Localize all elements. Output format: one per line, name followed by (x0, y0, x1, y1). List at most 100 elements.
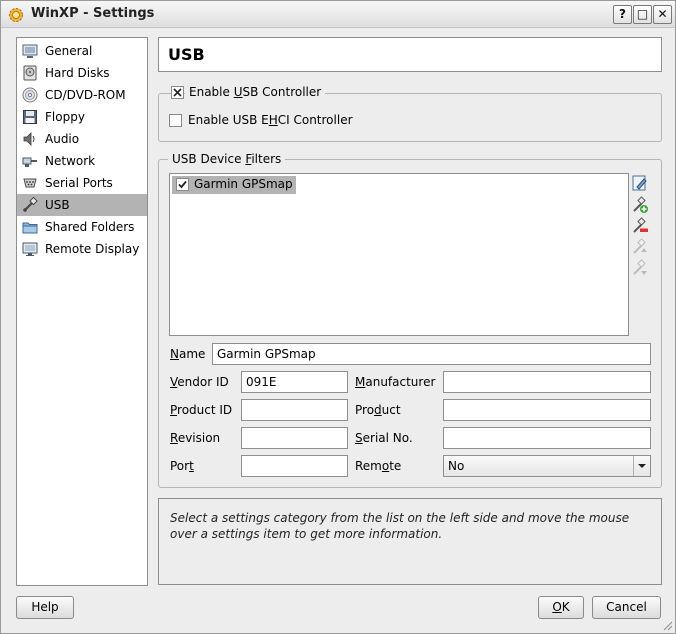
move-up-icon[interactable] (631, 238, 649, 256)
window-title: WinXP - Settings (31, 6, 155, 21)
mnemonic: M (355, 375, 366, 389)
sidebar-item-floppy[interactable]: Floppy (17, 106, 147, 128)
sidebar-item-label: Floppy (45, 110, 85, 124)
usb-filter-list[interactable]: Garmin GPSmap (169, 173, 629, 336)
sidebar-item-hard-disks[interactable]: Hard Disks (17, 62, 147, 84)
network-icon (22, 157, 37, 167)
audio-icon (23, 132, 35, 146)
mnemonic: H (268, 113, 278, 127)
remote-select[interactable]: No (443, 455, 651, 477)
label-part: Por (170, 459, 190, 473)
label-part: USB Device (172, 152, 246, 166)
edit-filter-icon[interactable] (631, 174, 649, 192)
label-part: Enable USB E (188, 113, 269, 127)
sidebar-item-label: Shared Folders (45, 220, 135, 234)
label-part: erial No. (362, 431, 413, 445)
floppy-icon (23, 110, 37, 124)
sidebar-item-label: Hard Disks (45, 66, 110, 80)
label-part: te (389, 459, 402, 473)
help-title-button[interactable]: ? (613, 5, 632, 24)
filter-enabled-checkbox[interactable] (176, 178, 189, 191)
sidebar-item-label: USB (45, 198, 70, 212)
settings-window: WinXP - Settings ? □ ✕ General Hard Disk… (0, 0, 676, 634)
maximize-button[interactable]: □ (633, 5, 652, 24)
product-id-label: Product ID (170, 403, 232, 417)
sidebar-item-label: General (45, 44, 93, 58)
sidebar-item-remote-display[interactable]: Remote Display (17, 238, 147, 260)
settings-category-list[interactable]: General Hard Disks CD/DVD-ROM Floppy Aud… (16, 37, 148, 586)
mnemonic: U (233, 85, 243, 99)
sidebar-item-cd-dvd-rom[interactable]: CD/DVD-ROM (17, 84, 147, 106)
mnemonic: d (374, 403, 382, 417)
label-part: ame (178, 347, 206, 361)
mnemonic: R (170, 431, 178, 445)
mnemonic: t (189, 459, 194, 473)
info-panel: Select a settings category from the list… (158, 498, 662, 585)
ok-button[interactable]: OK (538, 596, 584, 619)
sidebar-item-serial-ports[interactable]: Serial Ports (17, 172, 147, 194)
label-part: Pro (355, 403, 375, 417)
sidebar-item-label: Audio (45, 132, 80, 146)
move-down-icon[interactable] (631, 259, 649, 277)
remote-selected-value: No (448, 459, 465, 473)
enable-usb-label[interactable]: Enable USB Controller (185, 85, 326, 99)
vendor-id-label: Vendor ID (170, 375, 229, 389)
serial-no-field[interactable] (443, 427, 651, 449)
usb-icon (23, 197, 38, 212)
label-part: endor ID (177, 375, 229, 389)
chevron-down-icon[interactable] (633, 456, 650, 476)
manufacturer-label: Manufacturer (355, 375, 435, 389)
sidebar-item-label: CD/DVD-ROM (45, 88, 126, 102)
manufacturer-field[interactable] (443, 371, 651, 393)
checkmark-x-icon (173, 88, 182, 97)
cancel-button[interactable]: Cancel (592, 596, 661, 619)
remote-display-icon (22, 242, 38, 256)
label-part: Enable (189, 85, 234, 99)
label-part: anufacturer (365, 375, 436, 389)
sidebar-item-label: Serial Ports (45, 176, 113, 190)
cd-dvd-icon (22, 87, 38, 103)
sidebar-item-label: Remote Display (45, 242, 140, 256)
enable-ehci-checkbox[interactable] (169, 114, 182, 127)
port-label: Port (170, 459, 194, 473)
sidebar-item-label: Network (45, 154, 96, 168)
enable-ehci-label[interactable]: Enable USB EHCI Controller (188, 113, 353, 127)
help-button[interactable]: Help (16, 596, 74, 619)
close-button[interactable]: ✕ (653, 5, 672, 24)
resize-grip-icon[interactable] (661, 619, 673, 631)
revision-label: Revision (170, 431, 220, 445)
product-field[interactable] (443, 399, 651, 421)
remove-filter-icon[interactable] (631, 217, 649, 235)
label-part: ilters (251, 152, 282, 166)
vendor-id-field[interactable]: 091E (241, 371, 348, 393)
label-part: evision (177, 431, 221, 445)
usb-device-filters-legend: USB Device Filters (168, 152, 286, 166)
sidebar-item-shared-folders[interactable]: Shared Folders (17, 216, 147, 238)
revision-field[interactable] (241, 427, 348, 449)
name-label: Name (170, 347, 205, 361)
info-text: Select a settings category from the list… (170, 511, 630, 541)
page-title: USB (168, 45, 205, 64)
sidebar-item-audio[interactable]: Audio (17, 128, 147, 150)
serial-port-icon (23, 178, 37, 188)
label-part: SB Controller (242, 85, 322, 99)
product-id-field[interactable] (241, 399, 348, 421)
label-part: roduct ID (177, 403, 233, 417)
name-field[interactable]: Garmin GPSmap (212, 343, 651, 365)
mnemonic: O (552, 600, 562, 614)
filter-name: Garmin GPSmap (194, 177, 293, 191)
title-bar[interactable]: WinXP - Settings ? □ ✕ (1, 1, 675, 28)
label-part: Rem (355, 459, 382, 473)
port-field[interactable] (241, 455, 348, 477)
sidebar-item-general[interactable]: General (17, 40, 147, 62)
add-filter-icon[interactable] (631, 196, 649, 214)
list-item[interactable]: Garmin GPSmap (172, 176, 296, 194)
sidebar-item-network[interactable]: Network (17, 150, 147, 172)
mnemonic: S (355, 431, 363, 445)
sidebar-item-usb[interactable]: USB (17, 194, 147, 216)
enable-usb-checkbox[interactable] (171, 86, 184, 99)
hard-disk-icon (23, 65, 37, 81)
remote-label: Remote (355, 459, 401, 473)
general-icon (22, 44, 38, 58)
product-label: Product (355, 403, 401, 417)
